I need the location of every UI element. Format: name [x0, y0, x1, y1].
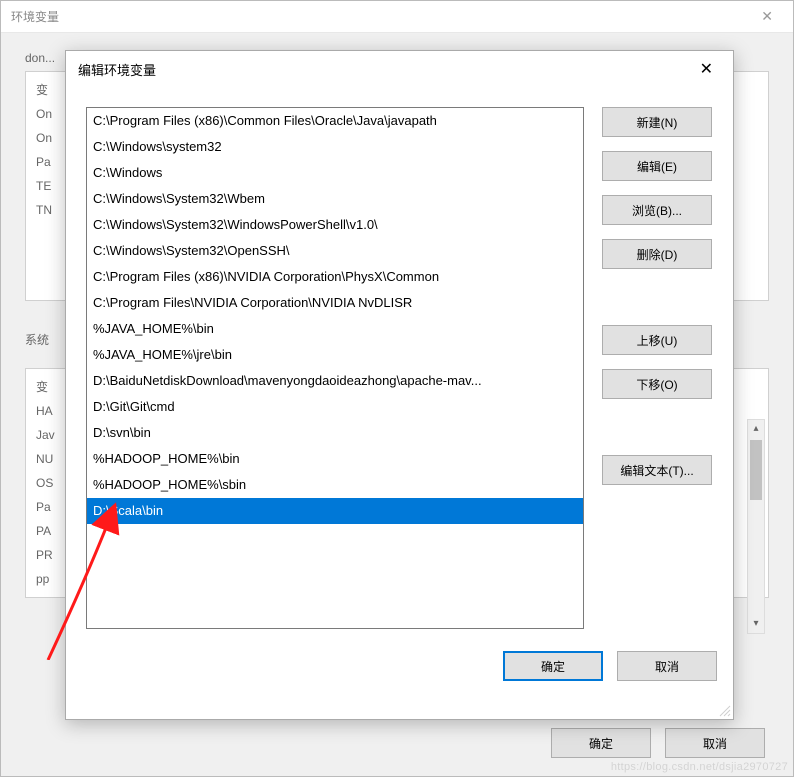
edit-env-var-dialog: 编辑环境变量 ✕ C:\Program Files (x86)\Common F…: [65, 50, 734, 720]
spacer: [602, 413, 712, 441]
move-down-button[interactable]: 下移(O): [602, 369, 712, 399]
inner-close-icon[interactable]: ✕: [692, 57, 721, 81]
watermark: https://blog.csdn.net/dsjia2970727: [611, 761, 788, 773]
inner-ok-button[interactable]: 确定: [503, 651, 603, 681]
path-item[interactable]: C:\Windows\System32\Wbem: [87, 186, 583, 212]
inner-title: 编辑环境变量: [78, 60, 692, 79]
outer-ok-button[interactable]: 确定: [551, 728, 651, 758]
path-item[interactable]: C:\Program Files (x86)\NVIDIA Corporatio…: [87, 264, 583, 290]
browse-button[interactable]: 浏览(B)...: [602, 195, 712, 225]
path-item[interactable]: D:\BaiduNetdiskDownload\mavenyongdaoidea…: [87, 368, 583, 394]
path-item[interactable]: %JAVA_HOME%\jre\bin: [87, 342, 583, 368]
inner-cancel-button[interactable]: 取消: [617, 651, 717, 681]
resize-grip-icon[interactable]: [717, 703, 731, 717]
side-button-column: 新建(N) 编辑(E) 浏览(B)... 删除(D) 上移(U) 下移(O) 编…: [602, 107, 712, 629]
new-button[interactable]: 新建(N): [602, 107, 712, 137]
path-item[interactable]: D:\Scala\bin: [87, 498, 583, 524]
inner-footer: 确定 取消: [66, 639, 733, 695]
scroll-up-icon[interactable]: ▴: [748, 420, 764, 438]
outer-title: 环境变量: [11, 8, 59, 25]
outer-close-icon[interactable]: ✕: [751, 4, 783, 29]
edit-button[interactable]: 编辑(E): [602, 151, 712, 181]
path-item[interactable]: C:\Program Files\NVIDIA Corporation\NVID…: [87, 290, 583, 316]
edit-text-button[interactable]: 编辑文本(T)...: [602, 455, 712, 485]
path-item[interactable]: C:\Program Files (x86)\Common Files\Orac…: [87, 108, 583, 134]
path-item[interactable]: C:\Windows\System32\WindowsPowerShell\v1…: [87, 212, 583, 238]
path-item[interactable]: %HADOOP_HOME%\sbin: [87, 472, 583, 498]
scroll-down-icon[interactable]: ▾: [748, 615, 764, 633]
sys-vars-scrollbar[interactable]: ▴ ▾: [747, 419, 765, 634]
path-list[interactable]: C:\Program Files (x86)\Common Files\Orac…: [86, 107, 584, 629]
path-item[interactable]: C:\Windows\system32: [87, 134, 583, 160]
outer-titlebar: 环境变量 ✕: [1, 1, 793, 33]
spacer: [602, 283, 712, 311]
path-item[interactable]: D:\svn\bin: [87, 420, 583, 446]
move-up-button[interactable]: 上移(U): [602, 325, 712, 355]
path-item[interactable]: D:\Git\Git\cmd: [87, 394, 583, 420]
path-item[interactable]: C:\Windows: [87, 160, 583, 186]
path-item[interactable]: %HADOOP_HOME%\bin: [87, 446, 583, 472]
inner-body: C:\Program Files (x86)\Common Files\Orac…: [66, 87, 733, 639]
outer-footer-buttons: 确定 取消: [551, 728, 765, 758]
path-item[interactable]: C:\Windows\System32\OpenSSH\: [87, 238, 583, 264]
outer-cancel-button[interactable]: 取消: [665, 728, 765, 758]
scroll-thumb[interactable]: [750, 440, 762, 500]
delete-button[interactable]: 删除(D): [602, 239, 712, 269]
inner-titlebar: 编辑环境变量 ✕: [66, 51, 733, 87]
path-item[interactable]: %JAVA_HOME%\bin: [87, 316, 583, 342]
